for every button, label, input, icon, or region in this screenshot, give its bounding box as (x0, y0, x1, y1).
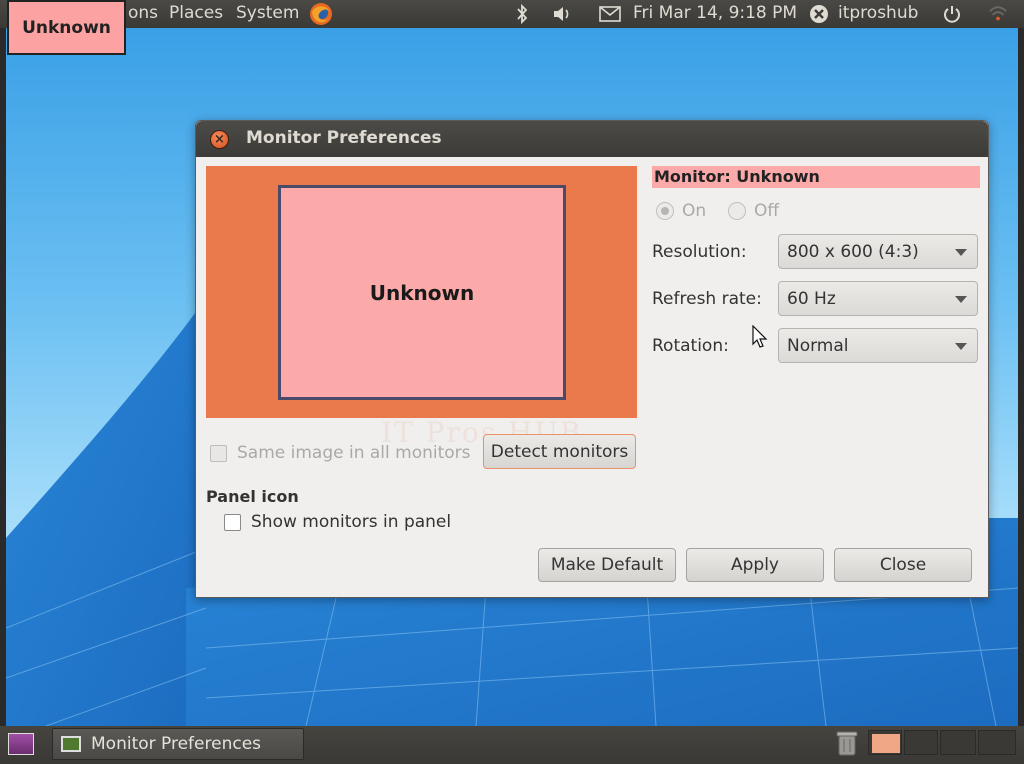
user-name[interactable]: itproshub (838, 3, 918, 23)
network-icon[interactable] (988, 4, 1008, 24)
firefox-icon[interactable] (308, 1, 334, 27)
show-monitors-label: Show monitors in panel (251, 512, 452, 532)
refresh-rate-dropdown[interactable]: 60 Hz (778, 281, 978, 316)
monitor-preview[interactable]: Unknown (278, 185, 566, 400)
monitor-layout-area: Unknown IT Pros HUB (206, 166, 637, 449)
radio-off-label: Off (754, 201, 780, 221)
rotation-label: Rotation: (652, 336, 729, 356)
chevron-down-icon (955, 296, 967, 303)
radio-off-row: Off (728, 201, 779, 221)
taskbar-item-label: Monitor Preferences (91, 734, 262, 754)
monitor-preferences-dialog: × Monitor Preferences Unknown IT Pros HU… (195, 120, 989, 598)
radio-on-label: On (682, 201, 707, 221)
rotation-value: Normal (787, 335, 849, 356)
workspace-2[interactable] (904, 730, 938, 755)
bottom-panel: Monitor Preferences (0, 726, 1024, 764)
show-desktop-icon[interactable] (8, 733, 34, 755)
mouse-pointer-icon (752, 324, 768, 353)
panel-icon-heading: Panel icon (206, 487, 299, 506)
trash-icon[interactable] (836, 730, 858, 756)
clock[interactable]: Fri Mar 14, 9:18 PM (633, 3, 797, 23)
close-window-icon[interactable]: × (210, 130, 229, 149)
taskbar-item-monitor-preferences[interactable]: Monitor Preferences (52, 728, 304, 760)
radio-off[interactable] (728, 202, 746, 220)
same-image-checkbox[interactable] (210, 444, 227, 462)
top-panel: ons Places System Fri Mar 14, 9:18 PM it… (0, 0, 1024, 28)
workspace-4[interactable] (978, 730, 1016, 755)
same-image-label: Same image in all monitors (237, 443, 471, 463)
close-button[interactable]: Close (834, 548, 972, 582)
menu-system[interactable]: System (236, 3, 299, 23)
detect-monitors-button[interactable]: Detect monitors (483, 434, 636, 469)
window-title: Monitor Preferences (246, 128, 442, 148)
rotation-dropdown[interactable]: Normal (778, 328, 978, 363)
bluetooth-icon[interactable] (512, 4, 532, 24)
resolution-value: 800 x 600 (4:3) (787, 241, 919, 262)
monitor-name-label: Monitor: Unknown (652, 166, 980, 188)
monitor-identify-badge: Unknown (7, 0, 126, 55)
show-monitors-row: Show monitors in panel (224, 512, 451, 532)
workspace-1[interactable] (868, 730, 902, 755)
user-status-icon[interactable] (809, 4, 829, 24)
monitor-preview-label: Unknown (369, 280, 475, 305)
apply-button[interactable]: Apply (686, 548, 824, 582)
same-image-checkbox-row: Same image in all monitors (210, 443, 471, 463)
chevron-down-icon (955, 343, 967, 350)
show-monitors-checkbox[interactable] (224, 513, 241, 531)
refresh-rate-label: Refresh rate: (652, 289, 762, 309)
mail-icon[interactable] (598, 4, 622, 24)
radio-on[interactable] (656, 202, 674, 220)
chevron-down-icon (955, 249, 967, 256)
resolution-dropdown[interactable]: 800 x 600 (4:3) (778, 234, 978, 269)
refresh-rate-value: 60 Hz (787, 288, 836, 309)
radio-on-row: On (656, 201, 706, 221)
volume-icon[interactable] (552, 4, 572, 24)
workspace-3[interactable] (940, 730, 976, 755)
titlebar[interactable]: × Monitor Preferences (196, 121, 988, 157)
menu-places[interactable]: Places (169, 3, 223, 23)
menu-applications[interactable]: ons (128, 3, 158, 23)
power-icon[interactable] (942, 4, 962, 24)
resolution-label: Resolution: (652, 242, 747, 262)
display-icon (61, 736, 81, 752)
make-default-button[interactable]: Make Default (538, 548, 676, 582)
